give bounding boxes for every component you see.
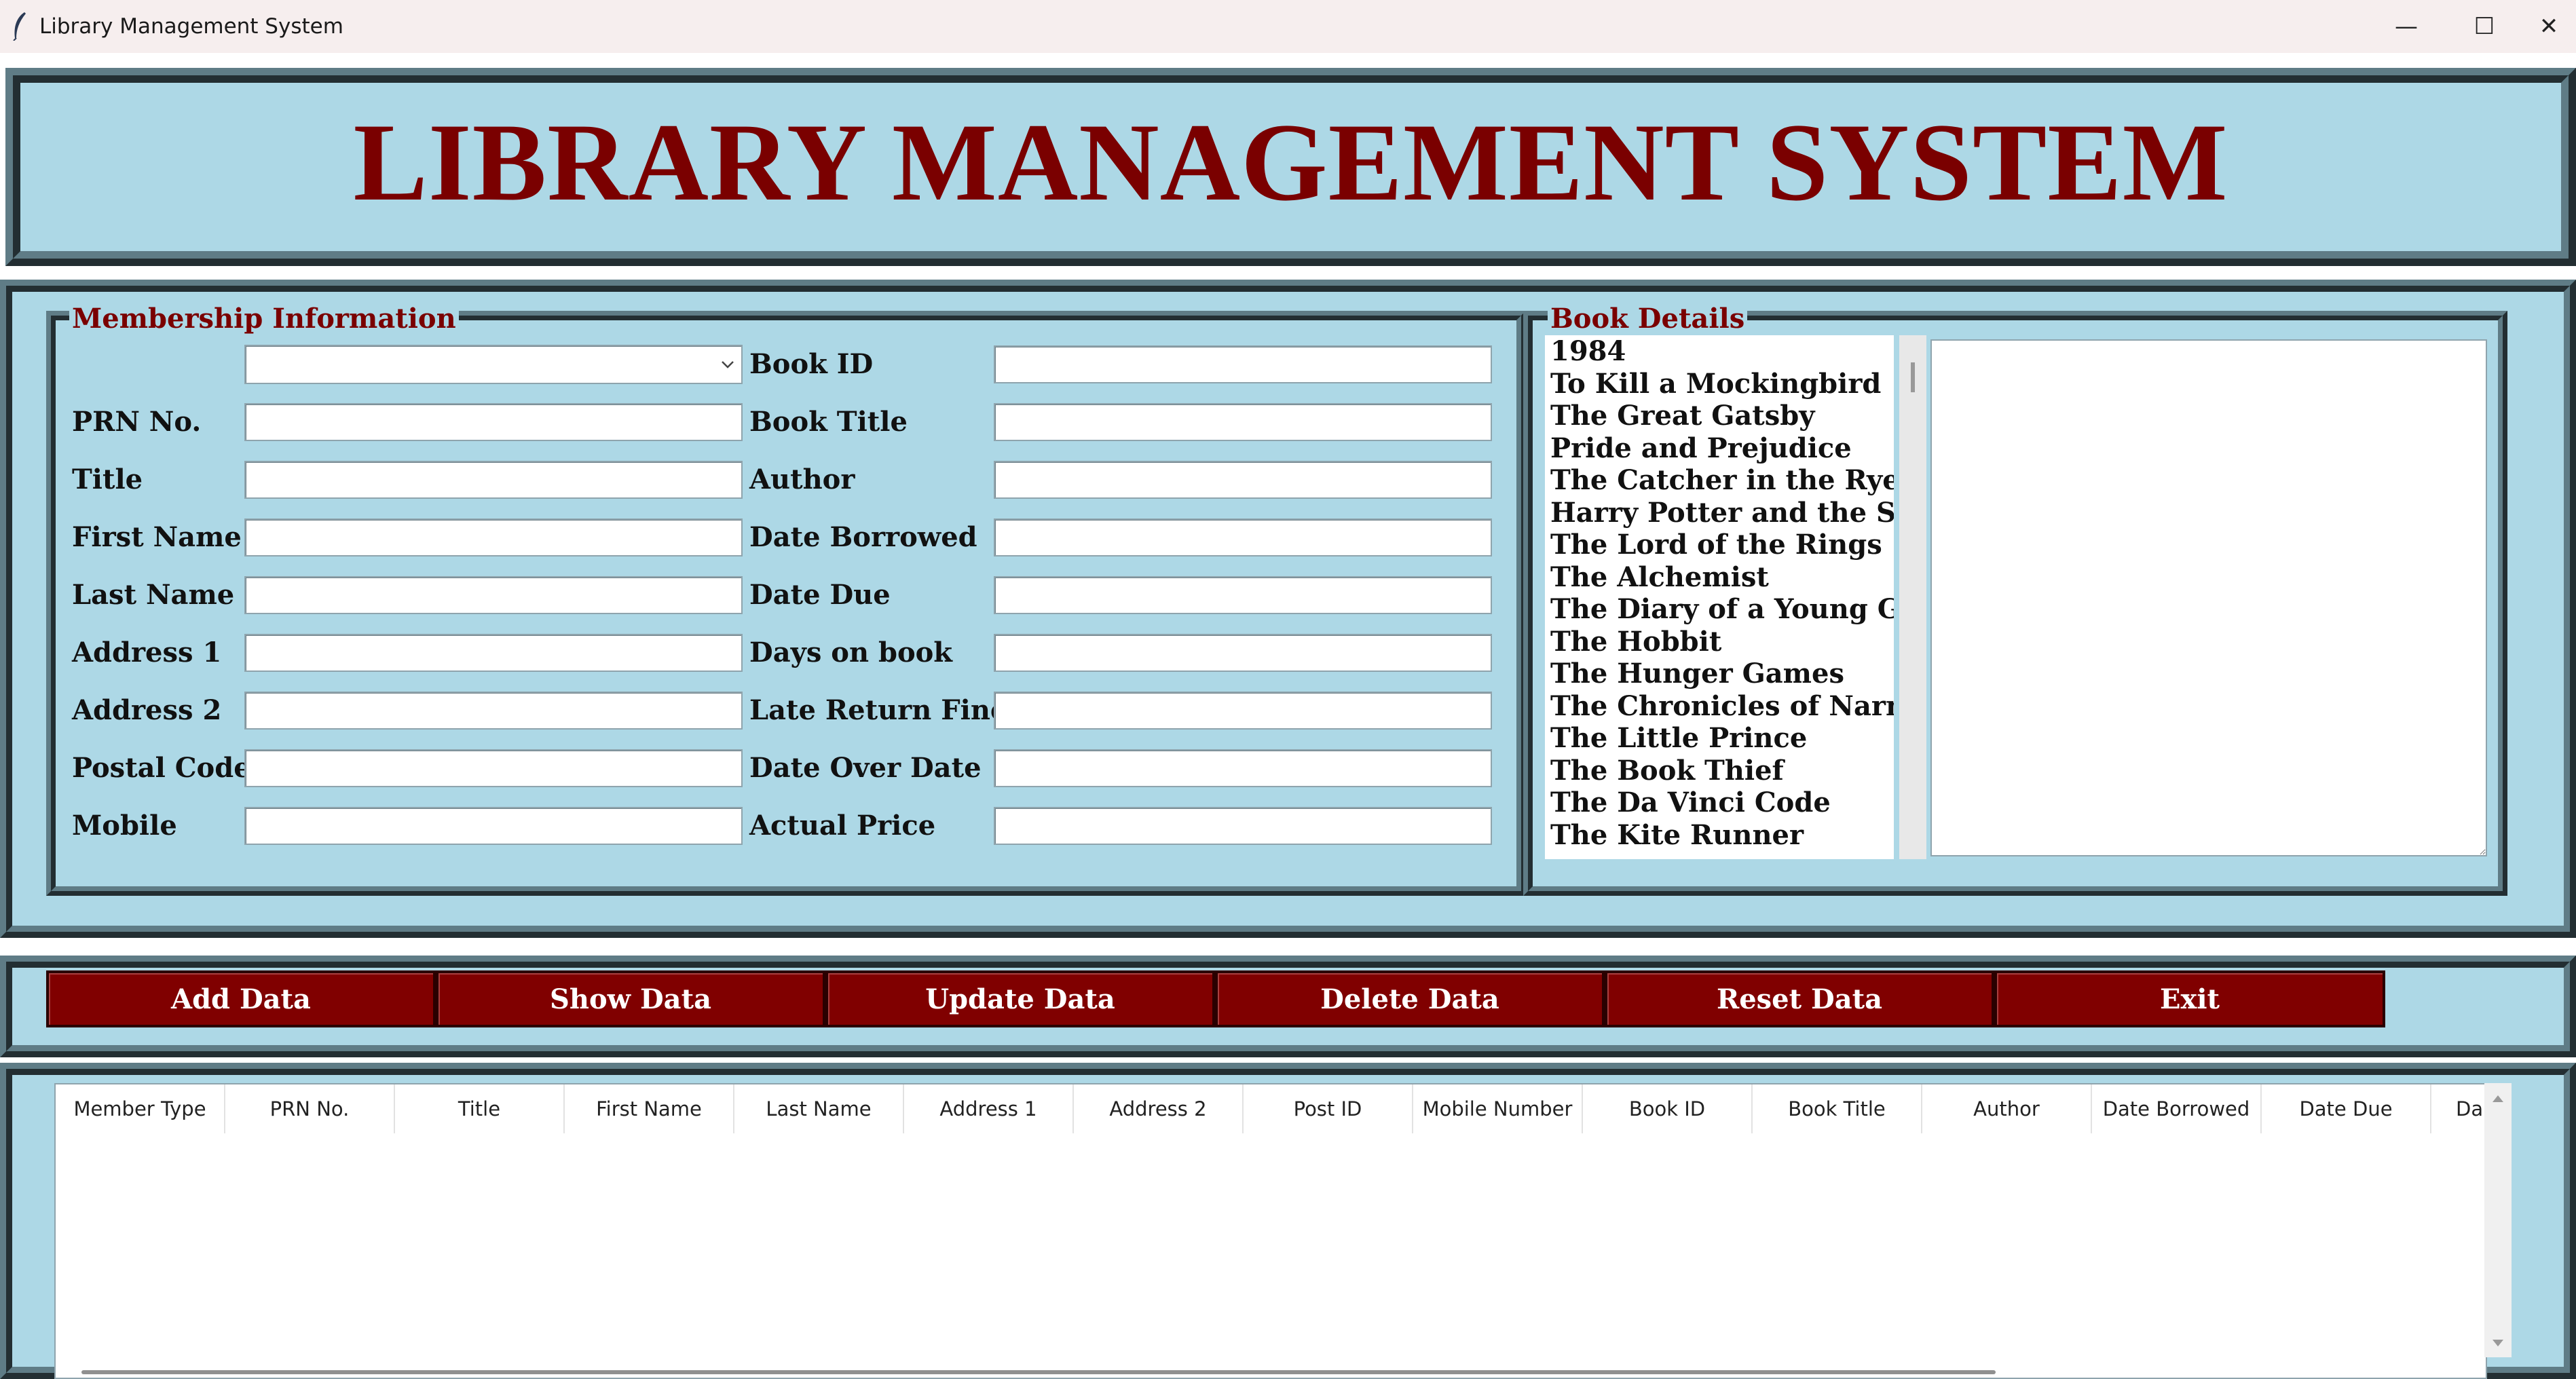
member-type-combobox[interactable] bbox=[244, 345, 743, 384]
days-on-book-input[interactable] bbox=[994, 634, 1492, 672]
label-author: Author bbox=[749, 464, 855, 495]
column-header-book-id[interactable]: Book ID bbox=[1583, 1084, 1753, 1133]
update-data-button[interactable]: Update Data bbox=[825, 970, 1215, 1027]
table-horizontal-scroll-thumb[interactable] bbox=[81, 1370, 1996, 1374]
label-book-title: Book Title bbox=[749, 406, 908, 438]
author-input[interactable] bbox=[994, 461, 1492, 499]
feather-icon bbox=[13, 12, 26, 41]
list-item[interactable]: Pride and Prejudice bbox=[1550, 432, 1894, 465]
label-days-on-book: Days on book bbox=[749, 637, 953, 668]
exit-button[interactable]: Exit bbox=[1994, 970, 2385, 1027]
book-id-input[interactable] bbox=[994, 345, 1492, 383]
book-list-scrollbar[interactable] bbox=[1899, 335, 1926, 859]
column-header-date-borrowed[interactable]: Date Borrowed bbox=[2092, 1084, 2262, 1133]
column-header-days[interactable]: Da bbox=[2431, 1084, 2484, 1133]
header-panel: LIBRARY MANAGEMENT SYSTEM bbox=[5, 68, 2576, 266]
book-details-textbox[interactable] bbox=[1930, 339, 2487, 856]
label-late-return-fine: Late Return Fine bbox=[749, 694, 1008, 726]
add-data-button[interactable]: Add Data bbox=[46, 970, 436, 1027]
close-button[interactable]: ✕ bbox=[2522, 0, 2576, 53]
column-header-prn-no[interactable]: PRN No. bbox=[225, 1084, 395, 1133]
label-date-borrowed: Date Borrowed bbox=[749, 521, 977, 553]
column-header-title[interactable]: Title bbox=[395, 1084, 565, 1133]
list-item[interactable]: The Da Vinci Code bbox=[1550, 787, 1894, 819]
page-title: LIBRARY MANAGEMENT SYSTEM bbox=[353, 101, 2228, 224]
list-item[interactable]: The Book Thief bbox=[1550, 755, 1894, 787]
table-vertical-scrollbar[interactable] bbox=[2484, 1083, 2512, 1357]
label-address-1: Address 1 bbox=[72, 637, 222, 668]
column-header-member-type[interactable]: Member Type bbox=[56, 1084, 225, 1133]
label-first-name: First Name bbox=[72, 521, 242, 553]
last-name-input[interactable] bbox=[244, 576, 743, 614]
label-book-id: Book ID bbox=[749, 348, 874, 380]
membership-legend: Membership Information bbox=[69, 305, 459, 333]
book-listbox[interactable]: 1984 To Kill a Mockingbird The Great Gat… bbox=[1545, 335, 1894, 859]
address-1-input[interactable] bbox=[244, 634, 743, 672]
date-due-input[interactable] bbox=[994, 576, 1492, 614]
label-last-name: Last Name bbox=[72, 579, 235, 611]
list-item[interactable]: The Little Prince bbox=[1550, 722, 1894, 755]
late-return-fine-input[interactable] bbox=[994, 692, 1492, 730]
book-details-legend: Book Details bbox=[1548, 305, 1748, 333]
label-postal-code: Postal Code bbox=[72, 752, 251, 784]
column-header-mobile-number[interactable]: Mobile Number bbox=[1413, 1084, 1583, 1133]
list-item[interactable]: The Catcher in the Rye bbox=[1550, 464, 1894, 497]
label-actual-price: Actual Price bbox=[749, 810, 936, 842]
prn-no-input[interactable] bbox=[244, 403, 743, 441]
address-2-input[interactable] bbox=[244, 692, 743, 730]
maximize-button[interactable]: ☐ bbox=[2447, 0, 2522, 53]
column-header-author[interactable]: Author bbox=[1922, 1084, 2092, 1133]
window-titlebar bbox=[0, 0, 2576, 53]
list-item[interactable]: The Hobbit bbox=[1550, 626, 1894, 658]
postal-code-input[interactable] bbox=[244, 749, 743, 787]
list-item[interactable]: The Alchemist bbox=[1550, 561, 1894, 594]
window-title: Library Management System bbox=[39, 14, 343, 39]
list-item[interactable]: The Hunger Games bbox=[1550, 658, 1894, 690]
date-borrowed-input[interactable] bbox=[994, 518, 1492, 556]
column-header-address-2[interactable]: Address 2 bbox=[1074, 1084, 1244, 1133]
scroll-up-icon[interactable] bbox=[2491, 1093, 2505, 1103]
show-data-button[interactable]: Show Data bbox=[436, 970, 825, 1027]
column-header-date-due[interactable]: Date Due bbox=[2262, 1084, 2431, 1133]
label-date-over-date: Date Over Date bbox=[749, 752, 982, 784]
column-header-last-name[interactable]: Last Name bbox=[734, 1084, 904, 1133]
title-input[interactable] bbox=[244, 461, 743, 499]
list-item[interactable]: The Chronicles of Narnia bbox=[1550, 690, 1894, 723]
column-header-address-1[interactable]: Address 1 bbox=[904, 1084, 1074, 1133]
list-item[interactable]: 1984 bbox=[1550, 335, 1894, 368]
book-title-input[interactable] bbox=[994, 403, 1492, 441]
label-address-2: Address 2 bbox=[72, 694, 222, 726]
list-item[interactable]: To Kill a Mockingbird bbox=[1550, 368, 1894, 400]
date-over-date-input[interactable] bbox=[994, 749, 1492, 787]
minimize-button[interactable]: — bbox=[2369, 0, 2444, 53]
chevron-down-icon[interactable] bbox=[720, 354, 736, 375]
book-list-scroll-thumb[interactable] bbox=[1911, 362, 1915, 392]
label-prn-no: PRN No. bbox=[72, 406, 202, 438]
column-header-book-title[interactable]: Book Title bbox=[1753, 1084, 1922, 1133]
first-name-input[interactable] bbox=[244, 518, 743, 556]
list-item[interactable]: Harry Potter and the Sor bbox=[1550, 497, 1894, 529]
delete-data-button[interactable]: Delete Data bbox=[1215, 970, 1605, 1027]
reset-data-button[interactable]: Reset Data bbox=[1605, 970, 1994, 1027]
scroll-down-icon[interactable] bbox=[2491, 1338, 2505, 1349]
column-header-post-id[interactable]: Post ID bbox=[1244, 1084, 1413, 1133]
list-item[interactable]: The Lord of the Rings bbox=[1550, 529, 1894, 561]
list-item[interactable]: The Great Gatsby bbox=[1550, 400, 1894, 432]
label-title: Title bbox=[72, 464, 143, 495]
list-item[interactable]: The Diary of a Young Gir bbox=[1550, 593, 1894, 626]
column-header-first-name[interactable]: First Name bbox=[565, 1084, 734, 1133]
list-item[interactable]: The Kite Runner bbox=[1550, 819, 1894, 852]
label-date-due: Date Due bbox=[749, 579, 891, 611]
label-mobile: Mobile bbox=[72, 810, 177, 842]
actual-price-input[interactable] bbox=[994, 807, 1492, 845]
mobile-input[interactable] bbox=[244, 807, 743, 845]
